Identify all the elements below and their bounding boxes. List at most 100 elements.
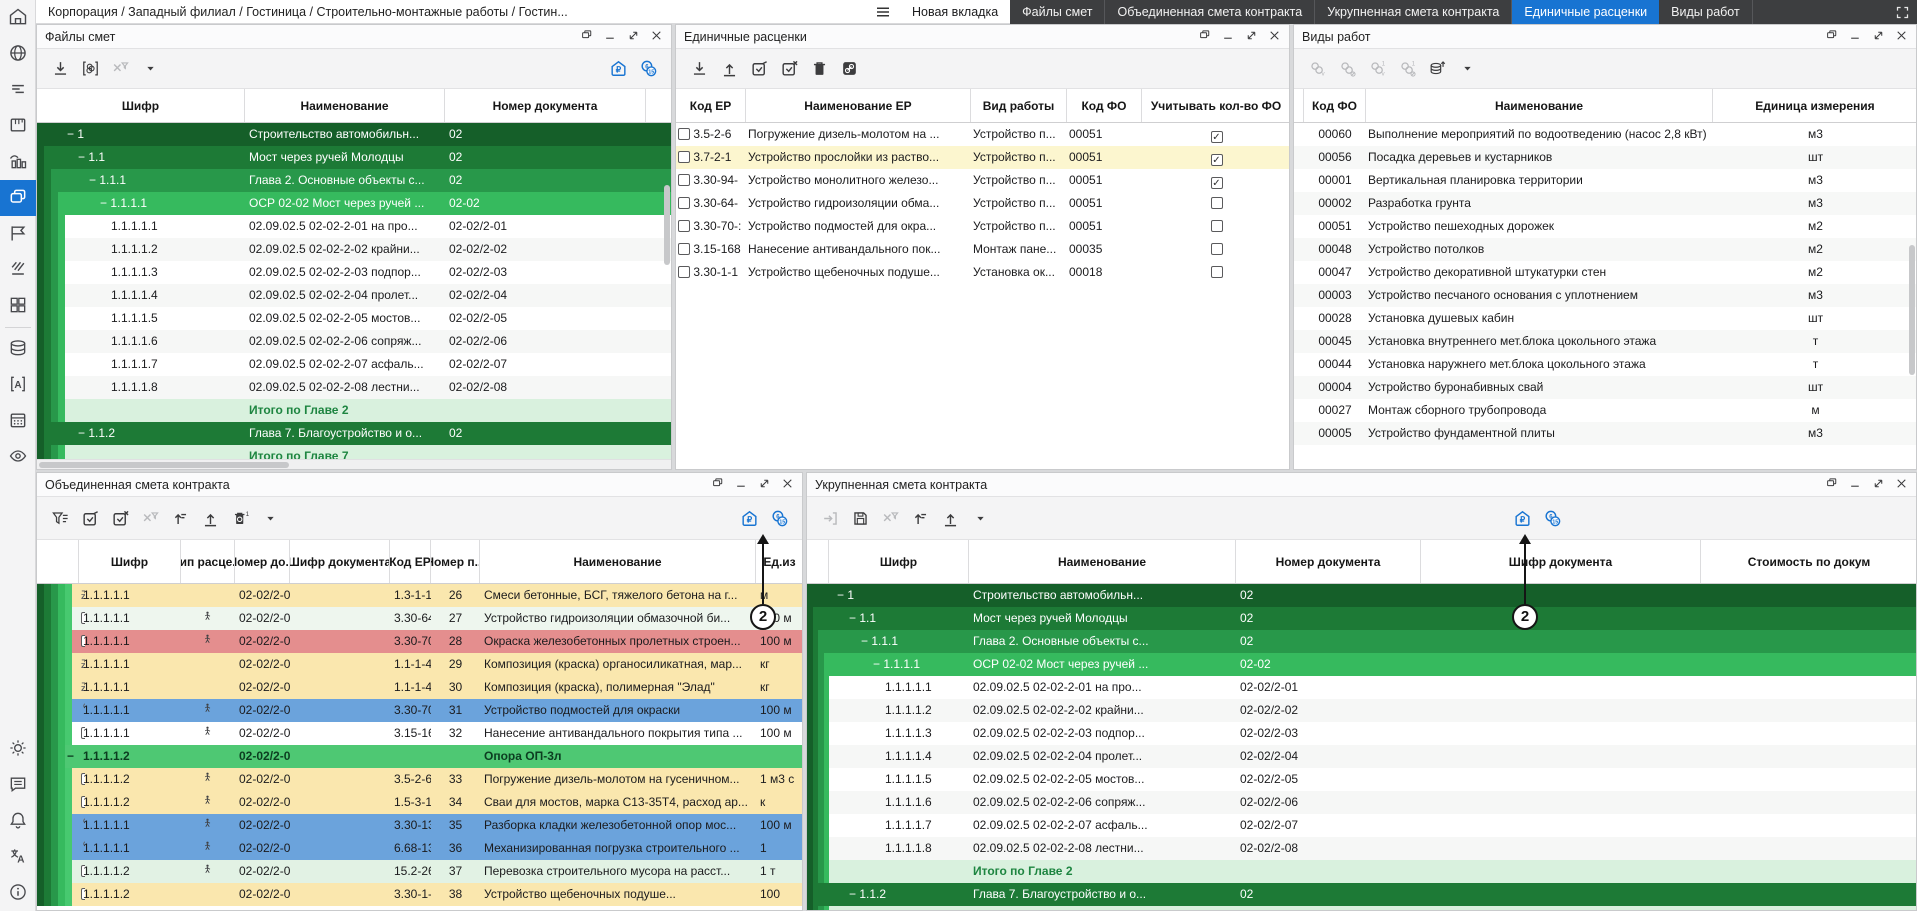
minimize-icon[interactable]: [604, 29, 617, 45]
coins-icon-combined[interactable]: [764, 503, 794, 533]
table-row[interactable]: − 1 Строительство автомобильн... 02: [37, 123, 671, 146]
close-icon[interactable]: [1268, 29, 1281, 45]
table-row[interactable]: 1.1.1.1.4 02.09.02.5 02-02-2-04 пролет...…: [37, 284, 671, 307]
column-header[interactable]: Вид работы: [971, 89, 1067, 122]
column-header[interactable]: Номер документа: [1236, 540, 1421, 583]
row-checkbox[interactable]: [678, 220, 690, 232]
column-header[interactable]: Учитывать кол-во ФО: [1142, 89, 1289, 122]
table-row[interactable]: − 1.1.2 Глава 7. Благоустройство и о... 02: [807, 883, 1916, 906]
restore-icon[interactable]: [1826, 29, 1839, 45]
table-row[interactable]: 1.1.1.1.1 02-02/2-01 3.30-64-3 27 Устройство…: [37, 607, 802, 630]
close-icon[interactable]: [781, 477, 794, 493]
column-header[interactable]: Шифр: [829, 540, 969, 583]
trash-link-icon[interactable]: [225, 503, 255, 533]
count-fo-checkbox[interactable]: [1210, 197, 1223, 209]
column-header[interactable]: Номер п...: [431, 540, 480, 583]
table-row[interactable]: 00027 Монтаж сборного трубопровода м: [1294, 399, 1916, 422]
table-row[interactable]: 1.1.1.1.8 02.09.02.5 02-02-2-08 лестни...…: [37, 376, 671, 399]
link-box-icon[interactable]: [834, 54, 864, 84]
table-row[interactable]: 1.1.1.1.7 02.09.02.5 02-02-2-07 асфаль...…: [37, 353, 671, 376]
maximize-icon[interactable]: [1245, 29, 1258, 45]
column-header[interactable]: Код ФО: [1304, 89, 1366, 122]
table-row[interactable]: 3.5-2-6 Погружение дизель-молотом на ... У…: [676, 123, 1289, 146]
table-row[interactable]: Итого по Главе 2: [37, 399, 671, 422]
count-fo-checkbox[interactable]: [1210, 266, 1223, 278]
row-checkbox[interactable]: [678, 266, 690, 278]
table-row[interactable]: Ƶ1.1.1.1.102-02/2-011.3-1-12226Смеси бет…: [37, 584, 802, 607]
table-row[interactable]: 1.1.1.1.1 02.09.02.5 02-02-2-01 на про...…: [37, 215, 671, 238]
column-header[interactable]: Номер документа: [445, 89, 646, 122]
table-row[interactable]: 1.1.1.1.4 02.09.02.5 02-02-2-04 пролет...…: [807, 745, 1916, 768]
maximize-icon[interactable]: [627, 29, 640, 45]
row-checkbox[interactable]: [678, 151, 690, 163]
sidebar-item-eye[interactable]: [0, 439, 36, 475]
tab-3[interactable]: Объединенная смета контракта: [1105, 0, 1316, 24]
table-row[interactable]: 1.1.1.1.1 02.09.02.5 02-02-2-01 на про...…: [807, 676, 1916, 699]
sidebar-item-text-a[interactable]: [0, 367, 36, 403]
trash-icon[interactable]: [804, 54, 834, 84]
close-icon[interactable]: [1895, 29, 1908, 45]
table-row[interactable]: 3.30-64- Устройство гидроизоляции обма...…: [676, 192, 1289, 215]
sidebar-item-bell[interactable]: [0, 803, 36, 839]
table-row[interactable]: 1.1.1.1.2 02-02/2-01 1.5-3-118 34 Сваи для м…: [37, 791, 802, 814]
maximize-icon[interactable]: [758, 477, 771, 493]
caret-icon[interactable]: [135, 54, 165, 84]
table-row[interactable]: 1.1.1.1.1 02-02/2-01 3.30-70-2 31 Устройство…: [37, 699, 802, 722]
column-header[interactable]: Код ФО: [1067, 89, 1142, 122]
table-row[interactable]: 00004 Устройство буронабивных свай шт: [1294, 376, 1916, 399]
table-row[interactable]: 1.1.1.1.7 02.09.02.5 02-02-2-07 асфаль...…: [807, 814, 1916, 837]
h-scrollbar[interactable]: [37, 459, 671, 469]
restore-icon[interactable]: [712, 477, 725, 493]
table-row[interactable]: 1.1.1.1.2 02-02/2-01 15.2-26-... 37 Перевозк…: [37, 860, 802, 883]
table-row[interactable]: 3.30-70-: Устройство подмостей для окра..…: [676, 215, 1289, 238]
restore-icon[interactable]: [1199, 29, 1212, 45]
sidebar-item-info[interactable]: [0, 875, 36, 911]
caret-icon[interactable]: [255, 503, 285, 533]
count-fo-checkbox[interactable]: ✓: [1210, 177, 1223, 189]
sidebar-item-comment[interactable]: [0, 767, 36, 803]
maximize-icon[interactable]: [1872, 29, 1885, 45]
table-row[interactable]: 00044 Установка наружнего мет.блока цокол…: [1294, 353, 1916, 376]
column-header[interactable]: Стоимость по докум: [1701, 540, 1916, 583]
v-scrollbar[interactable]: [664, 185, 670, 265]
funnel-lines-icon[interactable]: [45, 503, 75, 533]
restore-icon[interactable]: [1826, 477, 1839, 493]
table-row[interactable]: 00051 Устройство пешеходных дорожек м2: [1294, 215, 1916, 238]
maximize-icon[interactable]: [1872, 477, 1885, 493]
table-row[interactable]: 1.1.1.1.2 02-02/2-01 3.30-1-... 38 Устройств…: [37, 883, 802, 906]
db-up-icon[interactable]: [1422, 54, 1452, 84]
table-row[interactable]: 00045 Установка внутреннего мет.блока цок…: [1294, 330, 1916, 353]
count-fo-checkbox[interactable]: [1210, 220, 1223, 232]
table-row[interactable]: 00047 Устройство декоративной штукатурки …: [1294, 261, 1916, 284]
column-header[interactable]: Шифр документа: [1421, 540, 1701, 583]
v-scrollbar[interactable]: [1909, 245, 1915, 375]
tab-4[interactable]: Укрупненная смета контракта: [1315, 0, 1513, 24]
table-row[interactable]: 1.1.1.1.3 02.09.02.5 02-02-2-03 подпор...…: [807, 722, 1916, 745]
sidebar-item-brightness[interactable]: [0, 731, 36, 767]
arrow-bars-icon[interactable]: [905, 503, 935, 533]
column-header[interactable]: Наименование: [1366, 89, 1713, 122]
tab-5[interactable]: Единичные расценки: [1512, 0, 1660, 24]
row-checkbox[interactable]: [678, 197, 690, 209]
column-header[interactable]: Код ЕР: [390, 540, 431, 583]
row-checkbox[interactable]: [678, 174, 690, 186]
column-header[interactable]: Наименование: [969, 540, 1236, 583]
column-header[interactable]: Шифр: [79, 540, 181, 583]
table-row[interactable]: 1.1.1.1.5 02.09.02.5 02-02-2-05 мостов...…: [807, 768, 1916, 791]
fullscreen-icon[interactable]: [1887, 0, 1917, 24]
table-row[interactable]: ⊙1.1.1.1.102-02/2-013.30-13-235Разборка …: [37, 814, 802, 837]
coins-icon-files[interactable]: [633, 54, 663, 84]
table-row[interactable]: Итого по Главе 2: [807, 860, 1916, 883]
column-header[interactable]: [646, 89, 671, 122]
sidebar-item-chart[interactable]: [0, 144, 36, 180]
column-header[interactable]: [37, 540, 79, 583]
column-header[interactable]: Наименование ЕР: [746, 89, 971, 122]
tab-2[interactable]: Файлы смет: [1010, 0, 1106, 24]
sidebar-item-grid[interactable]: [0, 288, 36, 324]
table-row[interactable]: 1.1.1.1.1 02-02/2-01 3.30-70-1 28 Окраска же…: [37, 630, 802, 653]
table-row[interactable]: 1.1.1.1.1 02-02/2-01 6.68-13-1 36 Механизиро…: [37, 837, 802, 860]
column-header[interactable]: [807, 540, 829, 583]
count-fo-checkbox[interactable]: ✓: [1210, 131, 1223, 143]
column-header[interactable]: Наименование: [480, 540, 756, 583]
minimize-icon[interactable]: [1849, 29, 1862, 45]
